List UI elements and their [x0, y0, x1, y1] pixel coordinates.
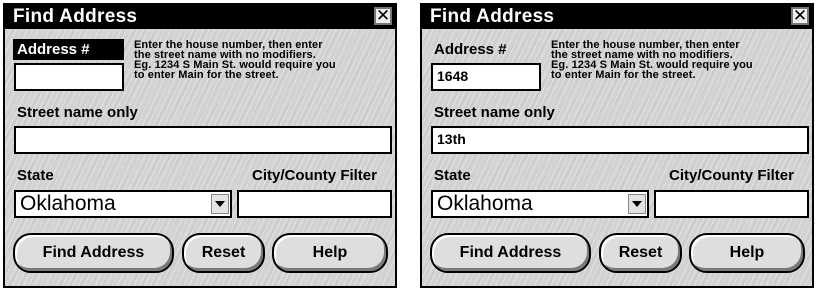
street-name-input[interactable] — [14, 126, 392, 154]
chevron-down-icon[interactable] — [211, 194, 229, 214]
state-select[interactable]: Oklahoma — [431, 190, 649, 218]
find-address-button[interactable]: Find Address — [430, 233, 591, 273]
state-select[interactable]: Oklahoma — [14, 190, 232, 218]
city-county-filter-label: City/County Filter — [251, 167, 377, 184]
help-button[interactable]: Help — [272, 233, 388, 273]
address-number-label: Address # — [13, 39, 124, 60]
instructions-text: Enter the house number, then enter the s… — [134, 39, 336, 81]
address-number-input[interactable] — [14, 63, 124, 91]
title-bar: Find Address ✕ — [422, 5, 812, 29]
reset-button[interactable]: Reset — [599, 233, 682, 273]
state-label: State — [17, 167, 54, 184]
chevron-down-icon[interactable] — [628, 194, 646, 214]
title-bar: Find Address ✕ — [5, 5, 395, 29]
dialog-title: Find Address — [13, 6, 138, 27]
address-number-label: Address # — [434, 41, 507, 58]
street-name-input[interactable]: 13th — [431, 126, 809, 154]
address-number-input[interactable]: 1648 — [431, 63, 541, 91]
state-selected-value: Oklahoma — [437, 192, 533, 215]
state-label: State — [434, 167, 471, 184]
city-county-filter-label: City/County Filter — [668, 167, 794, 184]
dialog-title: Find Address — [430, 6, 555, 27]
state-selected-value: Oklahoma — [20, 192, 116, 215]
city-county-filter-input[interactable] — [654, 190, 809, 218]
close-icon[interactable]: ✕ — [374, 7, 392, 25]
instructions-text: Enter the house number, then enter the s… — [551, 39, 753, 81]
reset-button[interactable]: Reset — [182, 233, 265, 273]
find-address-dialog-right: Find Address ✕ Address # Enter the house… — [420, 3, 814, 288]
close-icon[interactable]: ✕ — [791, 7, 809, 25]
find-address-button[interactable]: Find Address — [13, 233, 174, 273]
city-county-filter-input[interactable] — [237, 190, 392, 218]
street-name-label: Street name only — [17, 104, 138, 121]
help-button[interactable]: Help — [689, 233, 805, 273]
find-address-dialog-left: Find Address ✕ Address # Enter the house… — [3, 3, 397, 288]
street-name-label: Street name only — [434, 104, 555, 121]
